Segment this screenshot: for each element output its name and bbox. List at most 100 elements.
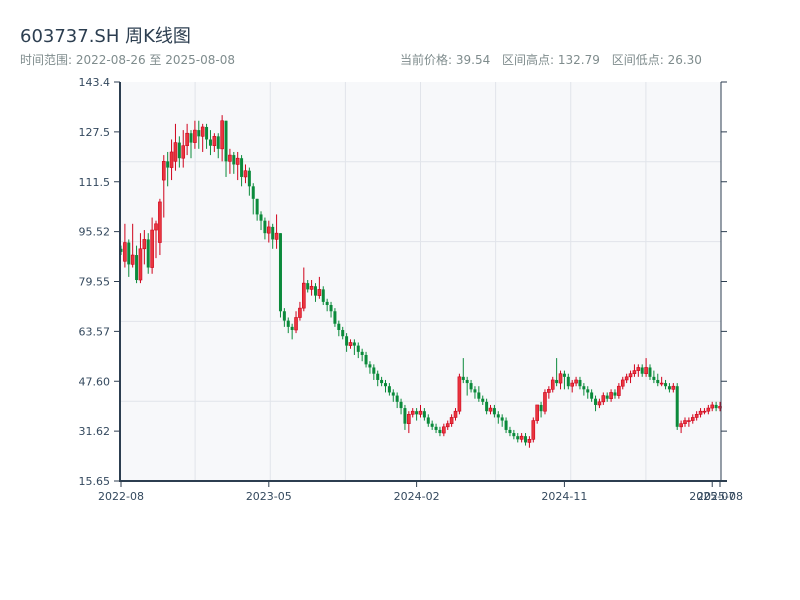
candle-body	[698, 410, 703, 415]
y-tick-label: 15.65	[79, 475, 111, 488]
y-tick-label: 79.55	[79, 276, 111, 289]
candle-body	[624, 376, 629, 381]
candle-body	[317, 289, 322, 296]
candle-body	[508, 429, 512, 434]
candle-body	[445, 423, 450, 428]
candle-body	[177, 142, 181, 159]
candle-body	[161, 161, 166, 181]
candle-body	[345, 336, 349, 346]
candle-body	[605, 395, 609, 399]
candle-body	[278, 233, 282, 312]
candle-body	[469, 383, 473, 390]
candle-body	[135, 255, 139, 281]
candle-body	[632, 370, 637, 375]
candle-body	[243, 170, 248, 178]
candle-body	[453, 410, 458, 418]
candle-body	[383, 383, 387, 387]
candle-body	[430, 423, 434, 427]
candle-body	[205, 126, 209, 140]
candle-body	[659, 382, 664, 385]
candle-body	[138, 248, 143, 281]
candle-body	[298, 307, 302, 318]
candle-body	[376, 373, 380, 380]
candle-body	[263, 220, 267, 234]
y-tick-label: 143.4	[79, 76, 111, 89]
candle-body	[235, 157, 240, 165]
candle-body	[434, 426, 438, 430]
candle-body	[220, 120, 224, 150]
candle-body	[535, 404, 539, 421]
candle-body	[714, 404, 718, 409]
candle-body	[391, 392, 395, 396]
y-tick-label: 127.5	[79, 126, 111, 139]
candle-body	[477, 392, 481, 399]
candle-body	[259, 214, 263, 221]
candle-body	[570, 382, 574, 387]
candle-body	[352, 342, 356, 346]
candle-body	[290, 326, 294, 330]
candle-body	[185, 132, 189, 147]
candle-body	[356, 345, 360, 352]
candle-body	[313, 286, 317, 296]
candle-body	[200, 126, 205, 137]
x-tick-label: 2022-08	[98, 490, 144, 503]
candle-body	[267, 226, 271, 234]
candle-body	[550, 379, 555, 390]
candle-body	[208, 139, 212, 146]
candle-body	[465, 379, 469, 384]
candle-body	[380, 379, 384, 384]
candle-body	[597, 401, 602, 406]
candle-body	[516, 436, 520, 440]
candle-body	[360, 351, 364, 355]
candle-body	[399, 401, 403, 409]
candle-body	[426, 417, 430, 424]
candle-body	[531, 420, 536, 440]
candle-body	[582, 386, 586, 390]
candle-body	[574, 379, 578, 384]
candle-body	[539, 404, 543, 412]
candle-body	[154, 223, 158, 231]
candle-body	[512, 433, 516, 437]
candle-body	[150, 229, 154, 268]
candle-body	[325, 301, 329, 306]
candle-body	[224, 120, 228, 162]
candle-body	[656, 379, 660, 384]
candle-body	[706, 407, 711, 412]
candle-body	[212, 136, 217, 147]
candle-body	[123, 242, 127, 262]
candle-body	[181, 145, 186, 159]
candle-body	[492, 408, 496, 415]
candle-body	[240, 158, 244, 177]
candle-body	[601, 395, 606, 403]
candle-body	[321, 289, 325, 302]
candle-body	[488, 407, 493, 412]
candle-body	[547, 389, 551, 393]
candle-body	[628, 373, 633, 378]
candle-body	[504, 420, 508, 430]
candle-body	[372, 367, 376, 374]
y-tick-label: 111.5	[79, 176, 111, 189]
candle-body	[648, 367, 652, 377]
candle-body	[309, 285, 314, 290]
candle-body	[329, 305, 333, 312]
x-tick-label: 2024-11	[541, 490, 587, 503]
candle-body	[368, 364, 372, 368]
candle-body	[620, 379, 625, 387]
candle-body	[403, 408, 407, 424]
candle-body	[586, 389, 590, 393]
candle-body	[566, 376, 570, 387]
candle-body	[710, 404, 715, 409]
x-tick-label: 2023-05	[246, 490, 292, 503]
candle-body	[671, 385, 676, 390]
candle-body	[481, 398, 485, 402]
candle-body	[652, 376, 656, 380]
candle-body	[251, 186, 255, 199]
candle-body	[617, 385, 621, 396]
candle-body	[422, 411, 426, 418]
candle-body	[306, 283, 310, 290]
candle-body	[333, 311, 337, 324]
candle-body	[232, 155, 236, 165]
candle-body	[415, 411, 419, 415]
y-tick-label: 95.52	[79, 226, 111, 239]
candle-body	[594, 398, 598, 405]
